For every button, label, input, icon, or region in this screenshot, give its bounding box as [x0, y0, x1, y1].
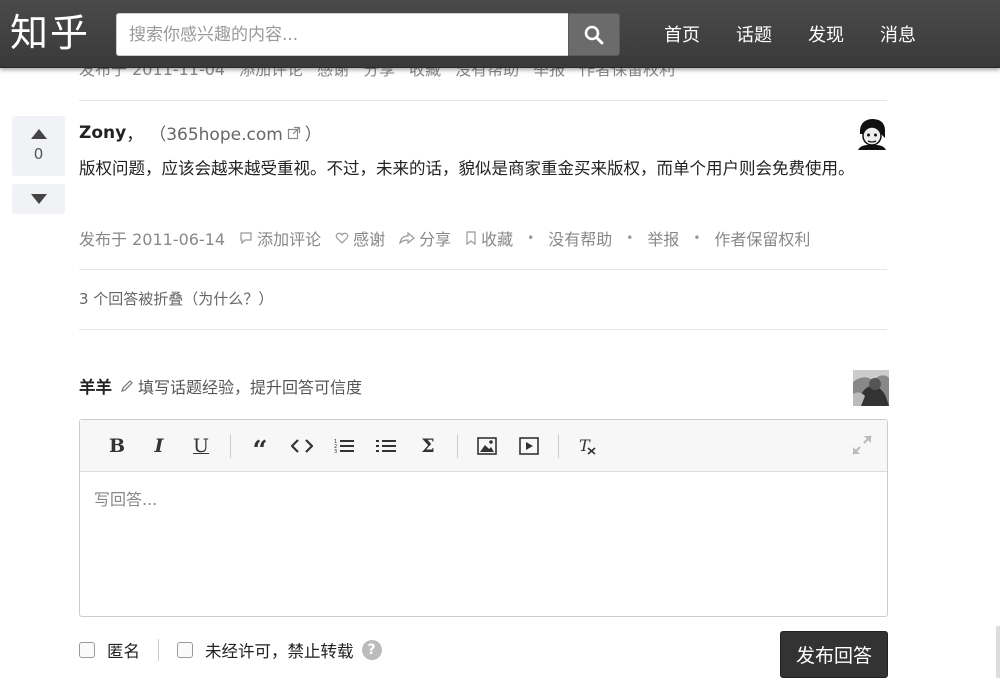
- downvote-button[interactable]: [12, 184, 65, 214]
- answer-date[interactable]: 发布于 2011-06-14: [79, 226, 225, 250]
- editor-toolbar: B I U “ 1 2 3 Σ T: [80, 420, 887, 472]
- answer-body: 版权问题，应该会越来越受重视。不过，未来的话，貌似是商家重金买来版权，而单个用户…: [79, 159, 855, 178]
- collapsed-answers-link[interactable]: 3 个回答被折叠（为什么？）: [79, 288, 273, 309]
- composer-header: 羊羊 填写话题经验，提升回答可信度: [79, 374, 362, 398]
- share-icon: [399, 231, 416, 245]
- clear-format-button[interactable]: T: [567, 420, 609, 472]
- formula-button[interactable]: Σ: [407, 420, 449, 472]
- upvote-button[interactable]: 0: [12, 116, 65, 176]
- nav-explore[interactable]: 发现: [808, 21, 844, 47]
- anonymous-checkbox[interactable]: [79, 642, 95, 658]
- svg-text:3: 3: [334, 449, 337, 454]
- help-icon[interactable]: ?: [361, 640, 382, 660]
- divider: [79, 329, 887, 330]
- toolbar-separator: [457, 433, 458, 458]
- divider: [79, 100, 887, 101]
- author-name[interactable]: Zony: [79, 123, 126, 143]
- comment-link[interactable]: 添加评论: [239, 226, 321, 250]
- topic-experience-link[interactable]: 填写话题经验，提升回答可信度: [120, 374, 362, 398]
- author-site-link[interactable]: （365hope.com: [149, 120, 283, 145]
- bullet-list-button[interactable]: [365, 420, 407, 472]
- anonymous-label[interactable]: 匿名: [107, 638, 140, 662]
- current-user-name[interactable]: 羊羊: [79, 374, 112, 398]
- bookmark-icon: [466, 231, 476, 245]
- no-repost-checkbox[interactable]: [177, 642, 193, 658]
- nav-home[interactable]: 首页: [664, 21, 700, 47]
- insert-video-button[interactable]: [508, 420, 550, 472]
- search-input[interactable]: [117, 14, 568, 55]
- composer-footer: 匿名 未经许可，禁止转载 ?: [79, 638, 382, 662]
- fullscreen-button[interactable]: [851, 434, 873, 460]
- main-nav: 首页 话题 发现 消息: [664, 0, 916, 68]
- nav-messages[interactable]: 消息: [880, 21, 916, 47]
- report-link[interactable]: 举报: [647, 226, 679, 250]
- sigma-icon: Σ: [421, 434, 435, 457]
- ordered-list-button[interactable]: 1 2 3: [323, 420, 365, 472]
- nav-topics[interactable]: 话题: [736, 21, 772, 47]
- italic-button[interactable]: I: [138, 420, 180, 472]
- top-bar: 知乎 首页 话题 发现 消息: [0, 0, 1000, 68]
- code-button[interactable]: [281, 420, 323, 472]
- bold-icon: B: [108, 434, 126, 457]
- submit-answer-button[interactable]: 发布回答: [780, 631, 888, 678]
- insert-image-button[interactable]: [466, 420, 508, 472]
- search-button[interactable]: [568, 13, 620, 56]
- toolbar-separator: [558, 433, 559, 458]
- dot-separator: •: [626, 231, 634, 245]
- triangle-up-icon: [30, 129, 47, 139]
- thanks-link[interactable]: 感谢: [335, 226, 385, 250]
- share-label: 分享: [419, 230, 452, 249]
- italic-icon: I: [154, 434, 164, 457]
- rights-link[interactable]: 作者保留权利: [714, 226, 810, 250]
- no-help-link[interactable]: 没有帮助: [548, 226, 612, 250]
- toolbar-separator: [230, 433, 231, 458]
- answer-actions: 发布于 2011-06-14 添加评论 感谢 分享 收藏 • 没有帮助 • 举报…: [79, 226, 810, 250]
- heart-icon: [335, 232, 349, 244]
- dot-separator: •: [693, 231, 701, 245]
- video-icon: [519, 436, 539, 455]
- triangle-down-icon: [30, 194, 47, 204]
- no-repost-label[interactable]: 未经许可，禁止转载: [205, 638, 354, 662]
- pencil-icon: [121, 380, 133, 392]
- author-avatar[interactable]: [855, 116, 889, 150]
- divider: [79, 269, 887, 270]
- answer-textarea[interactable]: [94, 486, 873, 606]
- code-icon: [291, 438, 313, 453]
- current-user-avatar[interactable]: [853, 370, 889, 406]
- image-icon: [477, 436, 497, 455]
- comment-label: 添加评论: [257, 230, 322, 249]
- collect-label: 收藏: [481, 230, 514, 249]
- zhihu-logo[interactable]: 知乎: [10, 10, 90, 56]
- answer-editor: B I U “ 1 2 3 Σ T 写回答...: [79, 419, 888, 617]
- ordered-list-icon: 1 2 3: [334, 439, 354, 454]
- comment-icon: [240, 232, 252, 245]
- external-link-icon: [287, 126, 300, 139]
- editor-body: [80, 472, 887, 624]
- footer-separator: [158, 639, 159, 661]
- search-icon: [584, 25, 604, 44]
- vote-count: 0: [33, 145, 44, 163]
- expand-icon: [852, 435, 872, 455]
- search-box[interactable]: [116, 13, 568, 56]
- underline-button[interactable]: U: [180, 420, 222, 472]
- blockquote-button[interactable]: “: [239, 420, 281, 472]
- dot-separator: •: [527, 231, 535, 245]
- scrollbar-thumb[interactable]: [996, 626, 1000, 678]
- bullet-list-icon: [376, 439, 396, 452]
- bold-button[interactable]: B: [96, 420, 138, 472]
- share-link[interactable]: 分享: [399, 226, 451, 250]
- clear-format-icon: T: [579, 437, 596, 455]
- topic-experience-label: 填写话题经验，提升回答可信度: [138, 378, 363, 397]
- collect-link[interactable]: 收藏: [465, 226, 513, 250]
- thanks-label: 感谢: [353, 230, 386, 249]
- author-site-close: ）: [304, 125, 322, 145]
- underline-icon: U: [192, 434, 209, 457]
- quote-icon: “: [252, 435, 268, 466]
- author-sep: ，: [126, 125, 144, 145]
- vote-widget: 0: [12, 116, 65, 214]
- answer-author: Zony ， （365hope.com ）: [79, 120, 322, 146]
